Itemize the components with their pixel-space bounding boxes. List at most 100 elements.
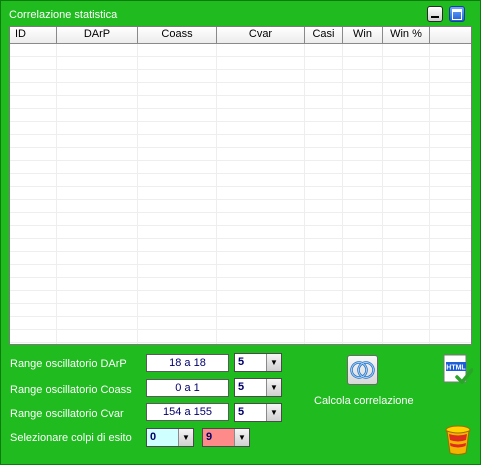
table-cell[interactable]: [217, 109, 305, 121]
table-cell[interactable]: [305, 96, 343, 108]
table-cell[interactable]: [57, 330, 138, 342]
table-cell[interactable]: [217, 70, 305, 82]
table-cell[interactable]: [430, 278, 471, 290]
table-cell[interactable]: [57, 109, 138, 121]
table-cell[interactable]: [383, 96, 430, 108]
table-cell[interactable]: [138, 122, 217, 134]
table-cell[interactable]: [217, 213, 305, 225]
column-header-coass[interactable]: Coass: [138, 27, 217, 43]
table-cell[interactable]: [430, 317, 471, 329]
table-cell[interactable]: [138, 57, 217, 69]
table-cell[interactable]: [10, 317, 57, 329]
column-header-win[interactable]: Win: [343, 27, 383, 43]
table-cell[interactable]: [343, 96, 383, 108]
table-cell[interactable]: [138, 226, 217, 238]
table-cell[interactable]: [430, 291, 471, 303]
table-cell[interactable]: [138, 109, 217, 121]
table-row[interactable]: [10, 161, 471, 174]
table-cell[interactable]: [10, 96, 57, 108]
table-cell[interactable]: [57, 226, 138, 238]
coass-range-field[interactable]: 0 a 1: [146, 379, 229, 397]
table-cell[interactable]: [138, 161, 217, 173]
table-cell[interactable]: [343, 278, 383, 290]
table-cell[interactable]: [217, 122, 305, 134]
table-cell[interactable]: [217, 200, 305, 212]
table-cell[interactable]: [343, 239, 383, 251]
table-cell[interactable]: [138, 83, 217, 95]
table-cell[interactable]: [430, 135, 471, 147]
table-cell[interactable]: [383, 174, 430, 186]
table-row[interactable]: [10, 252, 471, 265]
table-cell[interactable]: [10, 213, 57, 225]
table-cell[interactable]: [57, 148, 138, 160]
table-cell[interactable]: [343, 187, 383, 199]
table-cell[interactable]: [10, 226, 57, 238]
table-cell[interactable]: [430, 187, 471, 199]
table-cell[interactable]: [383, 161, 430, 173]
table-cell[interactable]: [138, 252, 217, 264]
table-cell[interactable]: [138, 265, 217, 277]
table-cell[interactable]: [305, 291, 343, 303]
table-cell[interactable]: [138, 278, 217, 290]
table-cell[interactable]: [430, 239, 471, 251]
table-cell[interactable]: [10, 343, 57, 344]
table-row[interactable]: [10, 343, 471, 344]
table-cell[interactable]: [57, 122, 138, 134]
table-cell[interactable]: [343, 304, 383, 316]
table-row[interactable]: [10, 109, 471, 122]
table-cell[interactable]: [430, 122, 471, 134]
table-cell[interactable]: [57, 174, 138, 186]
table-row[interactable]: [10, 187, 471, 200]
table-cell[interactable]: [10, 304, 57, 316]
table-cell[interactable]: [217, 161, 305, 173]
table-cell[interactable]: [10, 109, 57, 121]
table-cell[interactable]: [57, 278, 138, 290]
table-cell[interactable]: [138, 291, 217, 303]
table-row[interactable]: [10, 57, 471, 70]
calcola-correlazione-button[interactable]: [347, 355, 378, 385]
table-cell[interactable]: [57, 304, 138, 316]
table-row[interactable]: [10, 148, 471, 161]
table-cell[interactable]: [217, 57, 305, 69]
table-cell[interactable]: [305, 200, 343, 212]
table-cell[interactable]: [10, 70, 57, 82]
table-cell[interactable]: [138, 330, 217, 342]
table-cell[interactable]: [430, 343, 471, 344]
table-cell[interactable]: [383, 57, 430, 69]
table-cell[interactable]: [10, 330, 57, 342]
table-cell[interactable]: [305, 252, 343, 264]
column-header-cvar[interactable]: Cvar: [217, 27, 305, 43]
table-cell[interactable]: [343, 252, 383, 264]
table-cell[interactable]: [343, 213, 383, 225]
table-row[interactable]: [10, 83, 471, 96]
table-cell[interactable]: [430, 148, 471, 160]
table-cell[interactable]: [383, 44, 430, 56]
table-cell[interactable]: [138, 96, 217, 108]
table-row[interactable]: [10, 44, 471, 57]
column-header-casi[interactable]: Casi: [305, 27, 343, 43]
table-cell[interactable]: [138, 213, 217, 225]
column-header-win-pct[interactable]: Win %: [383, 27, 430, 43]
table-cell[interactable]: [217, 148, 305, 160]
table-cell[interactable]: [430, 226, 471, 238]
table-cell[interactable]: [383, 291, 430, 303]
table-cell[interactable]: [383, 135, 430, 147]
results-table[interactable]: ID DArP Coass Cvar Casi Win Win %: [9, 26, 472, 345]
table-cell[interactable]: [383, 265, 430, 277]
table-cell[interactable]: [305, 174, 343, 186]
table-cell[interactable]: [217, 304, 305, 316]
table-cell[interactable]: [217, 96, 305, 108]
table-cell[interactable]: [217, 343, 305, 344]
table-cell[interactable]: [138, 239, 217, 251]
table-cell[interactable]: [430, 265, 471, 277]
table-cell[interactable]: [10, 291, 57, 303]
table-cell[interactable]: [305, 317, 343, 329]
table-row[interactable]: [10, 200, 471, 213]
table-cell[interactable]: [57, 252, 138, 264]
table-cell[interactable]: [217, 239, 305, 251]
table-cell[interactable]: [343, 330, 383, 342]
table-cell[interactable]: [10, 174, 57, 186]
table-cell[interactable]: [57, 135, 138, 147]
table-cell[interactable]: [217, 317, 305, 329]
table-cell[interactable]: [305, 161, 343, 173]
